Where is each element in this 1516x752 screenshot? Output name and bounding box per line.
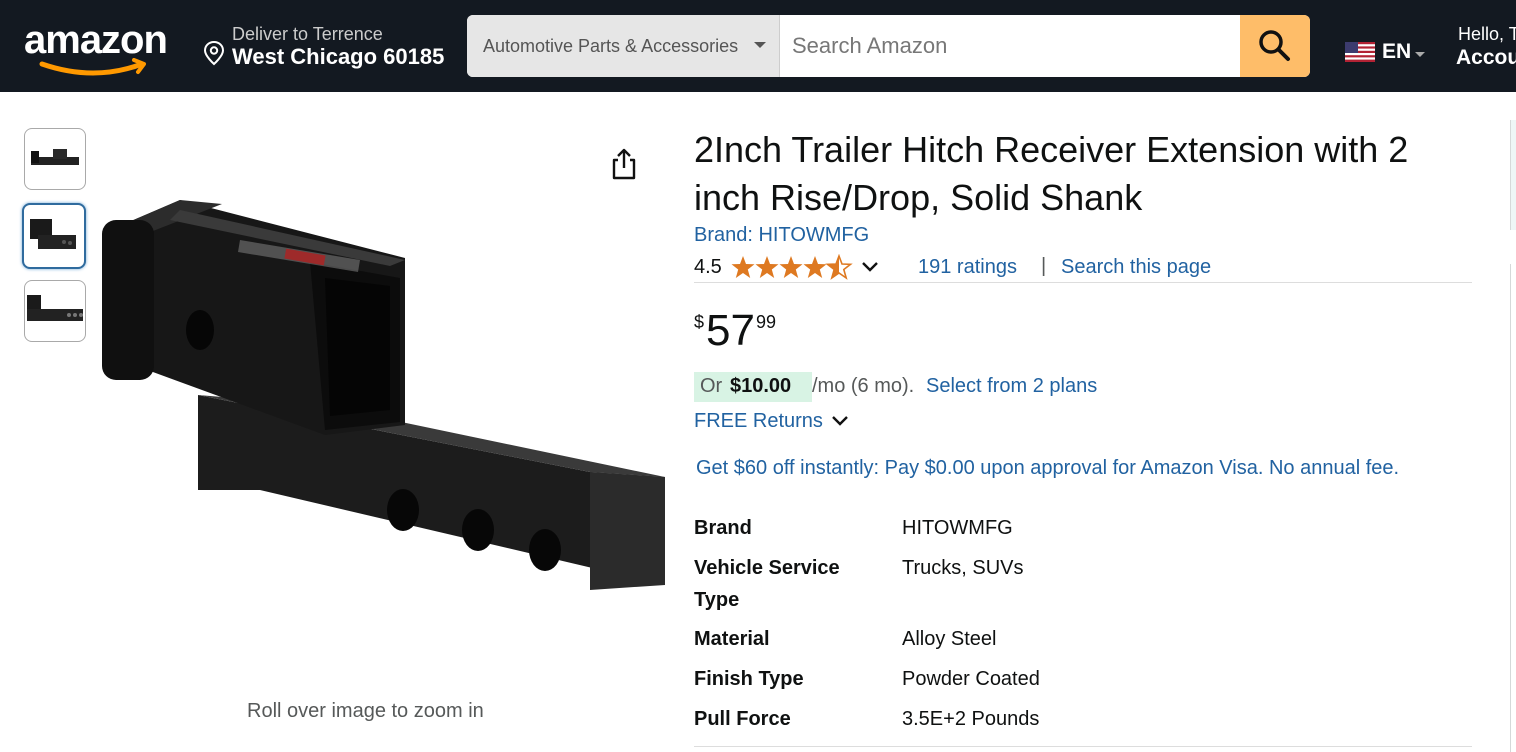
deliver-to-label: Deliver to Terrence	[232, 24, 383, 44]
amazon-logo[interactable]: amazon	[22, 18, 178, 80]
search-icon	[1259, 30, 1290, 61]
search-category-label: Automotive Parts & Accessories	[483, 36, 739, 56]
chevron-down-icon[interactable]	[860, 260, 880, 274]
spec-value: 3.5E+2 Pounds	[902, 708, 1040, 730]
price-fraction: 99	[756, 312, 777, 332]
separator: |	[1041, 255, 1047, 277]
product-title: 2Inch Trailer Hitch Receiver Extension w…	[694, 129, 1409, 218]
chevron-down-icon	[832, 416, 848, 426]
divider	[694, 282, 1472, 283]
spec-value: HITOWMFG	[902, 517, 1013, 539]
rating-value: 4.5	[694, 256, 722, 278]
us-flag-icon	[1345, 42, 1375, 62]
rating-row: 4.5 191 ratings | Search this page	[694, 254, 1474, 282]
deliver-location: West Chicago 60185	[232, 44, 445, 69]
star-rating-icon[interactable]	[731, 254, 857, 280]
spec-label: Material	[694, 628, 770, 650]
search-button[interactable]	[1240, 15, 1310, 77]
account-greeting: Hello, T	[1458, 24, 1516, 44]
installment-prefix: Or	[700, 375, 723, 397]
search-input[interactable]	[780, 15, 1252, 77]
spec-label: Finish Type	[694, 668, 804, 690]
deliver-to-location[interactable]: Deliver to Terrence West Chicago 60185	[202, 22, 452, 74]
spec-label: Pull Force	[694, 708, 791, 730]
top-nav-bar: amazon Deliver to Terrence West Chicago …	[0, 0, 1516, 92]
spec-label: Vehicle Service Type	[694, 557, 840, 611]
thumbnail-1[interactable]	[24, 128, 86, 190]
spec-value: Alloy Steel	[902, 628, 997, 650]
spec-value: Powder Coated	[902, 668, 1040, 690]
hitch-thumbnail-image	[27, 295, 83, 321]
location-pin-icon	[203, 40, 225, 66]
account-label: Accou	[1456, 46, 1516, 69]
logo-text: amazon	[24, 18, 168, 62]
select-plans-link[interactable]: Select from 2 plans	[926, 375, 1097, 398]
thumbnail-3[interactable]	[24, 280, 86, 342]
divider	[694, 746, 1472, 747]
brand-link[interactable]: Brand: HITOWMFG	[694, 224, 869, 247]
free-returns-label: FREE Returns	[694, 410, 823, 432]
product-main-image[interactable]	[90, 190, 670, 630]
logo-smile-icon	[39, 58, 146, 76]
language-code: EN	[1382, 40, 1412, 63]
hitch-thumbnail-image	[30, 219, 76, 249]
caret-down-icon	[1415, 52, 1425, 57]
buy-box-edge	[1510, 264, 1516, 752]
price-symbol: $	[694, 312, 705, 332]
spec-value: Trucks, SUVs	[902, 557, 1024, 579]
caret-down-icon	[754, 42, 766, 48]
installment-offer: Or $10.00 /mo (6 mo). Select from 2 plan…	[694, 372, 1394, 402]
search-this-page-link[interactable]: Search this page	[1061, 256, 1211, 279]
search-category-dropdown[interactable]: Automotive Parts & Accessories	[467, 15, 780, 77]
installment-term: /mo (6 mo).	[812, 375, 915, 397]
zoom-hint: Roll over image to zoom in	[247, 700, 484, 722]
visa-promo-link[interactable]: Get $60 off instantly: Pay $0.00 upon ap…	[696, 457, 1399, 480]
search-bar: Automotive Parts & Accessories	[467, 15, 1310, 77]
price: $ 57 99	[694, 306, 894, 356]
price-whole: 57	[706, 306, 755, 355]
free-returns-link[interactable]: FREE Returns	[694, 410, 864, 438]
account-menu[interactable]: Hello, T Accou	[1456, 22, 1516, 74]
ratings-count-link[interactable]: 191 ratings	[918, 256, 1017, 279]
installment-amount: $10.00	[730, 375, 792, 397]
language-selector[interactable]: EN	[1345, 38, 1435, 68]
share-icon	[612, 148, 636, 180]
hitch-thumbnail-image	[31, 149, 79, 165]
spec-label: Brand	[694, 517, 752, 539]
thumbnail-2[interactable]	[22, 203, 86, 269]
buy-box-edge	[1510, 120, 1516, 230]
share-button[interactable]	[608, 146, 640, 182]
